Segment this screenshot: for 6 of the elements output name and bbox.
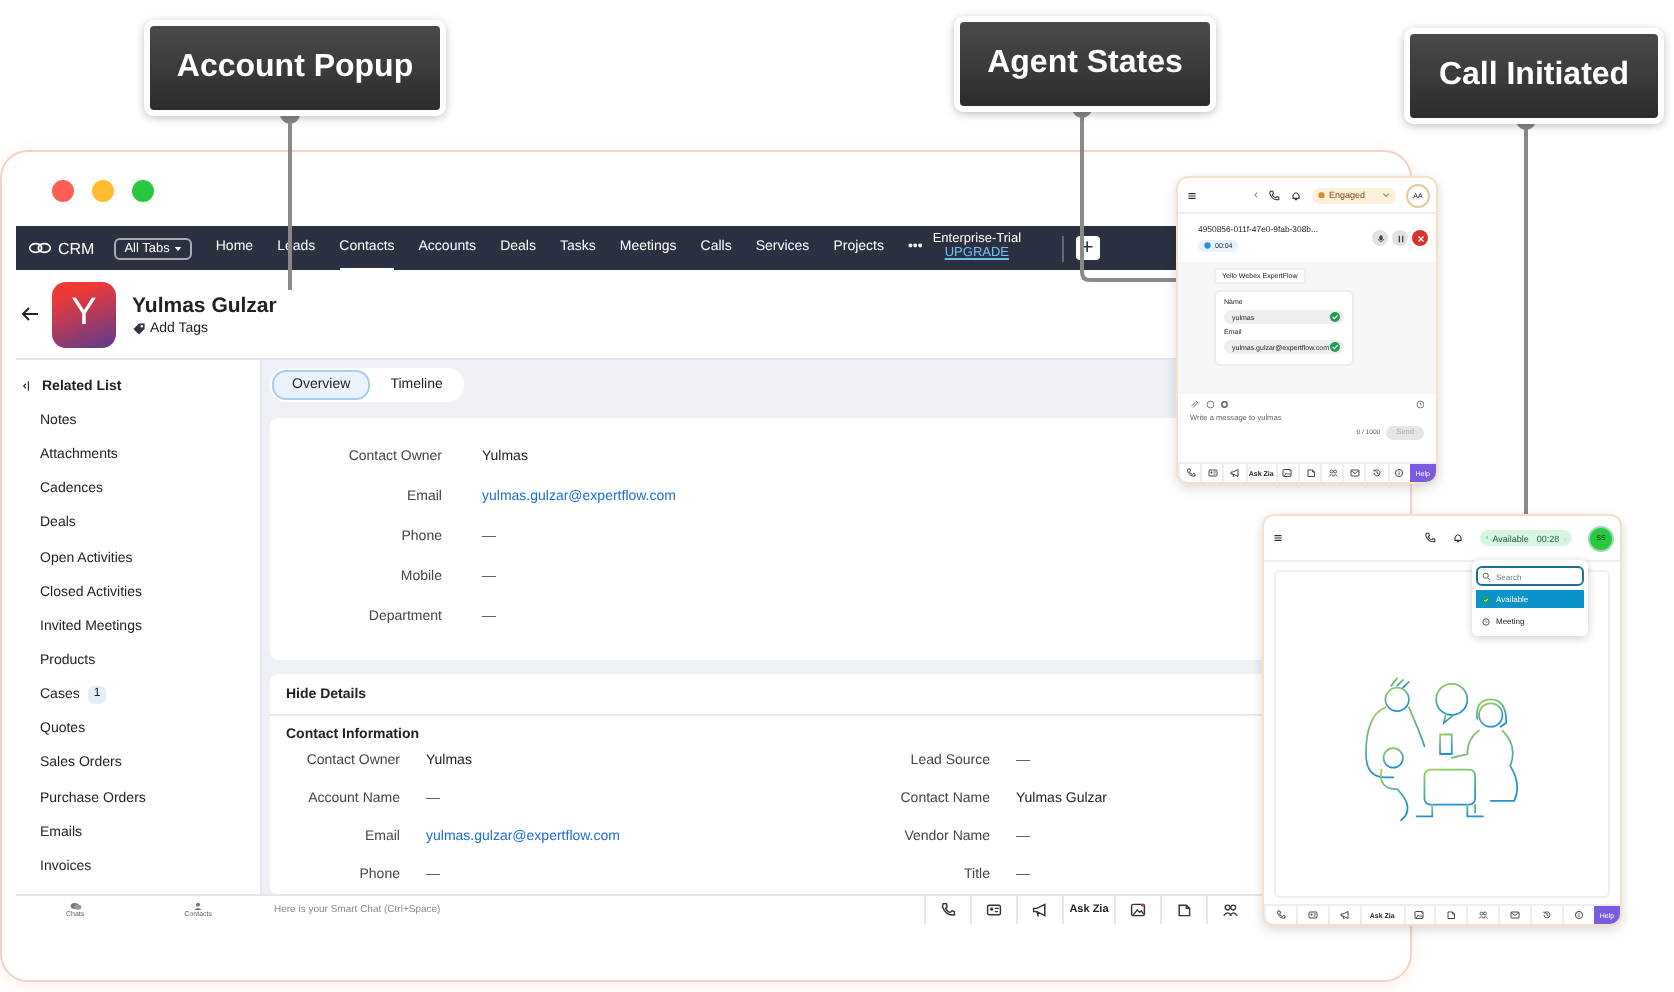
app-name: CRM — [58, 239, 95, 257]
callout-label: Account Popup — [144, 20, 446, 116]
contact-name: Yulmas Gulzar — [132, 293, 277, 317]
callout-label: Call Initiated — [1404, 28, 1664, 124]
contact-avatar: Y — [52, 281, 116, 347]
callout-label: Agent States — [954, 16, 1216, 112]
